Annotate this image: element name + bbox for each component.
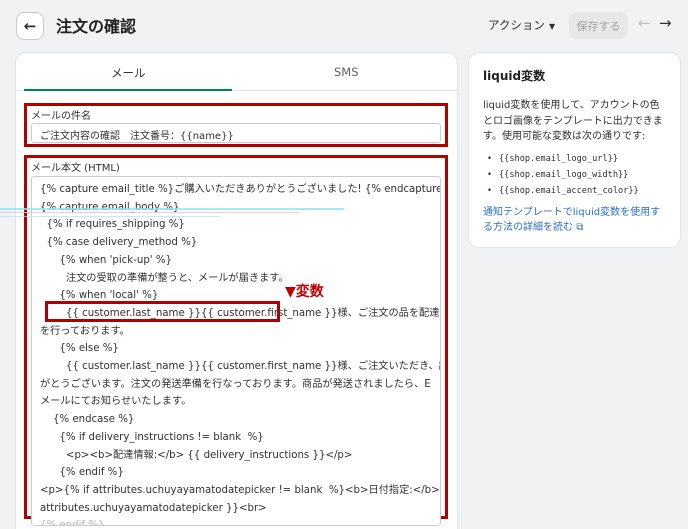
- save-button[interactable]: 保存する: [569, 12, 628, 39]
- list-item: {{shop.email_logo_url}}: [483, 151, 666, 167]
- body-label: メール本文 (HTML): [31, 163, 120, 174]
- body-html-editor[interactable]: {% capture email_title %}ご購入いただきありがとうござい…: [31, 176, 441, 526]
- template-editor-card: メール SMS メールの件名 ご注文内容の確認 注文番号：{{name}} メー…: [16, 53, 457, 529]
- liquid-variables-card: liquid変数 liquid変数を使用して、アカウントの色とロゴ画像をテンプレ…: [469, 53, 680, 247]
- subject-annotation-box: メールの件名 ご注文内容の確認 注文番号：{{name}}: [24, 103, 448, 147]
- code-line: メールにてお知らせいたします。: [40, 396, 192, 408]
- subject-input[interactable]: ご注文内容の確認 注文番号：{{name}}: [31, 123, 441, 143]
- variable-callout: ▼変数: [285, 284, 324, 300]
- list-item: {{shop.email_logo_width}}: [483, 167, 666, 183]
- code-line: {% endif %}: [40, 520, 105, 526]
- next-arrow-icon[interactable]: →: [659, 14, 672, 32]
- code-line: {% endif %}: [40, 467, 124, 479]
- code-line: {{ customer.last_name }}{{ customer.firs…: [40, 361, 441, 373]
- liquid-help-link-text: 通知テンプレートでliquid変数を使用する方法の詳細を読む: [483, 206, 661, 234]
- code-line: {% endcase %}: [40, 414, 135, 426]
- arrow-left-icon: ←: [23, 17, 37, 35]
- external-link-icon: ⧉: [576, 222, 584, 233]
- code-line: attributes.uchuyayamatodatepicker }}<br>: [40, 502, 267, 514]
- code-line: {% case delivery_method %}: [40, 237, 198, 249]
- active-tab-indicator: [24, 89, 232, 91]
- page-header: ← 注文の確認 アクション ▼ 保存する ← →: [0, 0, 688, 52]
- code-line: {% if requires_shipping %}: [40, 219, 185, 231]
- actions-dropdown[interactable]: アクション ▼: [488, 17, 555, 33]
- screen-artifact-line: [0, 216, 220, 217]
- channel-tabs: メール SMS: [16, 53, 457, 91]
- code-line: がとうございます。注文の発送準備を行なっております。商品が発送されましたら、E: [40, 378, 431, 390]
- code-line: {% capture email_title %}ご購入いただきありがとうござい…: [40, 184, 441, 195]
- actions-label: アクション: [488, 18, 545, 32]
- tab-sms[interactable]: SMS: [334, 65, 359, 79]
- code-line: を行っております。: [40, 325, 130, 337]
- code-line: {% else %}: [40, 343, 119, 355]
- code-line: 注文の受取の準備が整うと、メールが届きます。: [40, 272, 289, 284]
- subject-label: メールの件名: [31, 111, 91, 122]
- screen-artifact-line: [0, 212, 300, 213]
- page-title: 注文の確認: [56, 17, 137, 36]
- back-button[interactable]: ←: [16, 12, 44, 40]
- previous-arrow-icon[interactable]: ←: [638, 14, 651, 32]
- variable-highlight-box: [45, 301, 280, 322]
- code-line: <p>{% if attributes.uchuyayamatodatepick…: [40, 484, 441, 496]
- list-item: {{shop.email_accent_color}}: [483, 183, 666, 199]
- screen-artifact-line: [0, 208, 344, 210]
- liquid-variables-title: liquid変数: [483, 69, 546, 83]
- liquid-help-link[interactable]: 通知テンプレートでliquid変数を使用する方法の詳細を読む ⧉: [483, 205, 666, 236]
- tab-email[interactable]: メール: [111, 65, 146, 81]
- code-line: <p><b>配達情報:</b> {{ delivery_instructions…: [40, 449, 353, 461]
- code-line: {% when 'pick-up' %}: [40, 254, 172, 266]
- caret-down-icon: ▼: [548, 22, 556, 31]
- code-line: {% if delivery_instructions != blank %}: [40, 431, 264, 443]
- liquid-variables-list: {{shop.email_logo_url}} {{shop.email_log…: [483, 151, 666, 199]
- liquid-variables-description: liquid変数を使用して、アカウントの色とロゴ画像をテンプレートに出力できます…: [483, 100, 663, 142]
